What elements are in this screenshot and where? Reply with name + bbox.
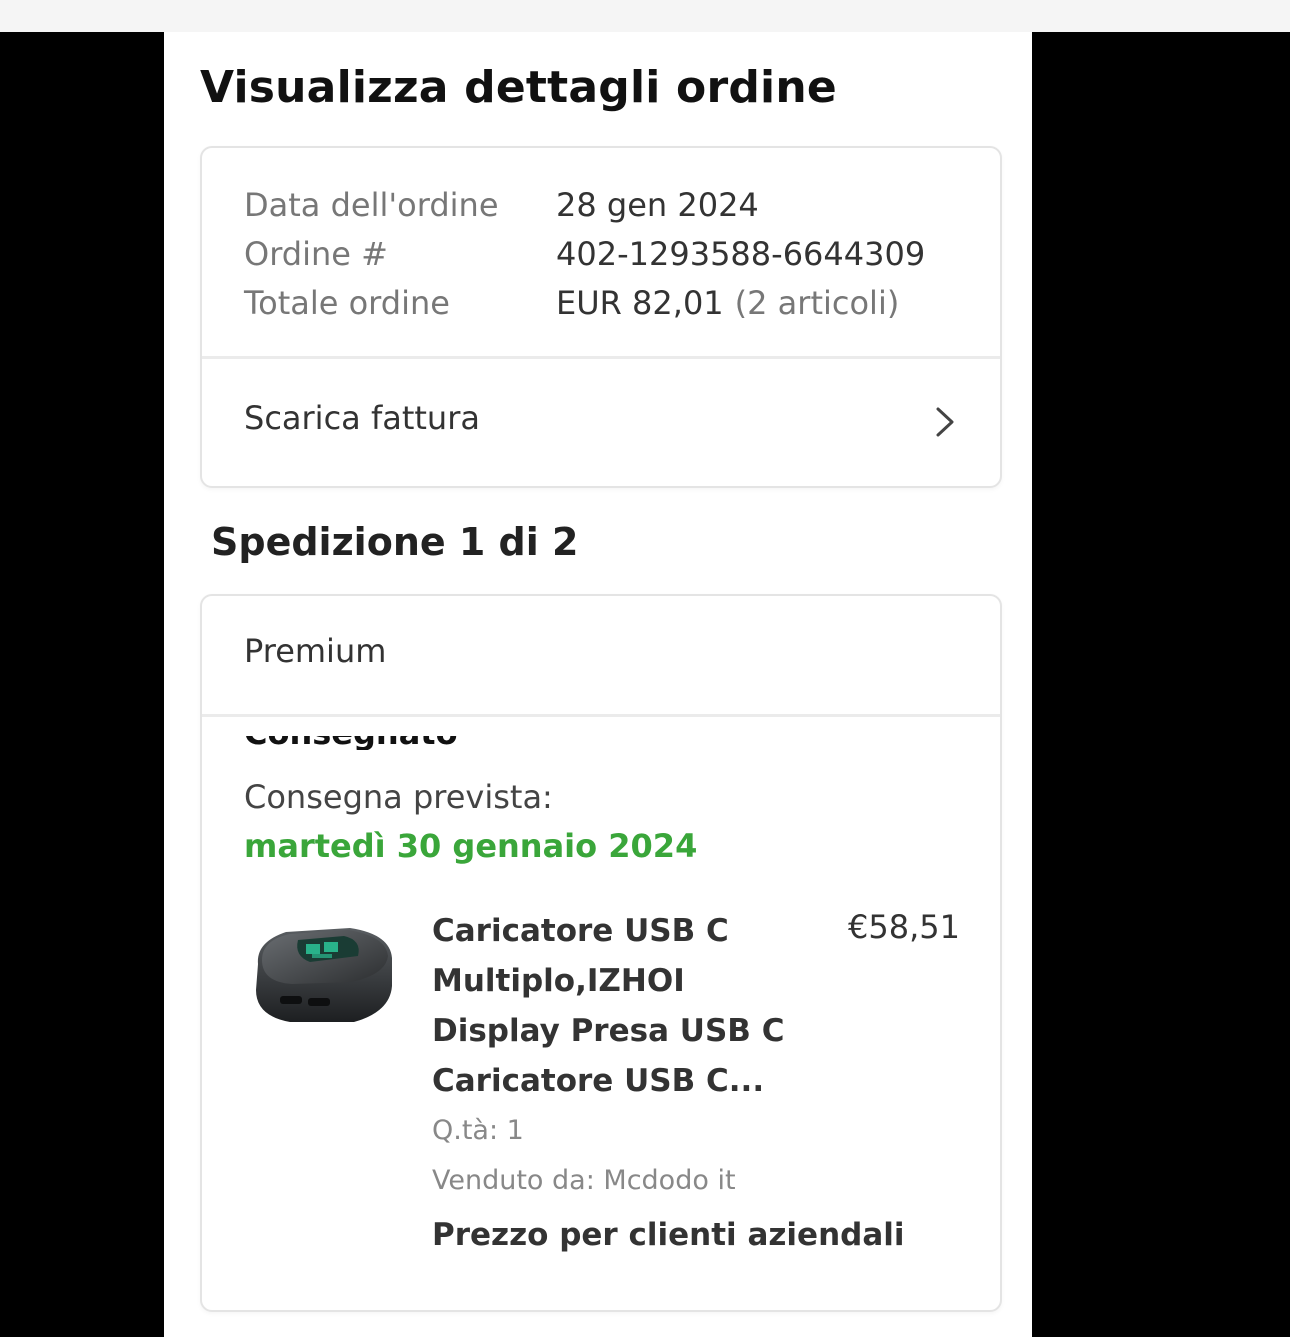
order-number-label: Ordine #	[244, 234, 388, 273]
usb-charger-image[interactable]	[250, 912, 398, 1030]
order-total-label: Totale ordine	[244, 283, 450, 322]
right-black-margin	[1032, 32, 1290, 1337]
product-title-line[interactable]: Multiplo,IZHOI	[432, 956, 812, 1006]
left-black-margin	[0, 32, 164, 1337]
shipment-status-cut: Consegnato	[244, 736, 484, 750]
order-number-value: 402-1293588-6644309	[556, 234, 926, 273]
product-title-line[interactable]: Display Presa USB C	[432, 1006, 812, 1056]
order-info-grid: Data dell'ordine 28 gen 2024 Ordine # 40…	[244, 180, 925, 327]
delivery-date: martedì 30 gennaio 2024	[244, 827, 698, 865]
product-info: Caricatore USB C Multiplo,IZHOI Display …	[432, 906, 905, 1264]
business-price-note: Prezzo per clienti aziendali	[432, 1217, 905, 1253]
download-invoice-label: Scarica fattura	[244, 399, 480, 437]
order-date-label: Data dell'ordine	[244, 185, 499, 224]
product-price: €58,51	[848, 908, 960, 946]
product-seller: Venduto da: Mcdodo it	[432, 1165, 736, 1196]
delivery-label: Consegna prevista:	[244, 778, 553, 816]
order-summary-card: Data dell'ordine 28 gen 2024 Ordine # 40…	[200, 146, 1002, 488]
shipment-card: Premium Consegnato Consegna prevista: ma…	[200, 594, 1002, 1312]
order-date-value: 28 gen 2024	[556, 185, 759, 224]
top-status-bar	[0, 0, 1290, 32]
order-date-row: Data dell'ordine 28 gen 2024	[244, 180, 925, 229]
product-title-line[interactable]: Caricatore USB C...	[432, 1056, 812, 1106]
product-quantity: Q.tà: 1	[432, 1115, 524, 1146]
shipment-title: Spedizione 1 di 2	[211, 520, 579, 564]
product-title-line[interactable]: Caricatore USB C	[432, 906, 812, 956]
page-title: Visualizza dettagli ordine	[200, 62, 837, 113]
order-details-page: Visualizza dettagli ordine Data dell'ord…	[164, 32, 1032, 1337]
order-item-count: (2 articoli)	[734, 283, 900, 322]
order-number-row: Ordine # 402-1293588-6644309	[244, 229, 925, 278]
chevron-right-icon	[936, 407, 954, 437]
download-invoice-button[interactable]: Scarica fattura	[202, 359, 1000, 486]
order-total-value: EUR 82,01	[556, 283, 724, 322]
order-total-row: Totale ordine EUR 82,01 (2 articoli)	[244, 278, 925, 327]
shipment-status-text: Consegnato	[244, 736, 458, 750]
card-divider	[202, 714, 1000, 717]
shipping-type: Premium	[244, 632, 387, 670]
